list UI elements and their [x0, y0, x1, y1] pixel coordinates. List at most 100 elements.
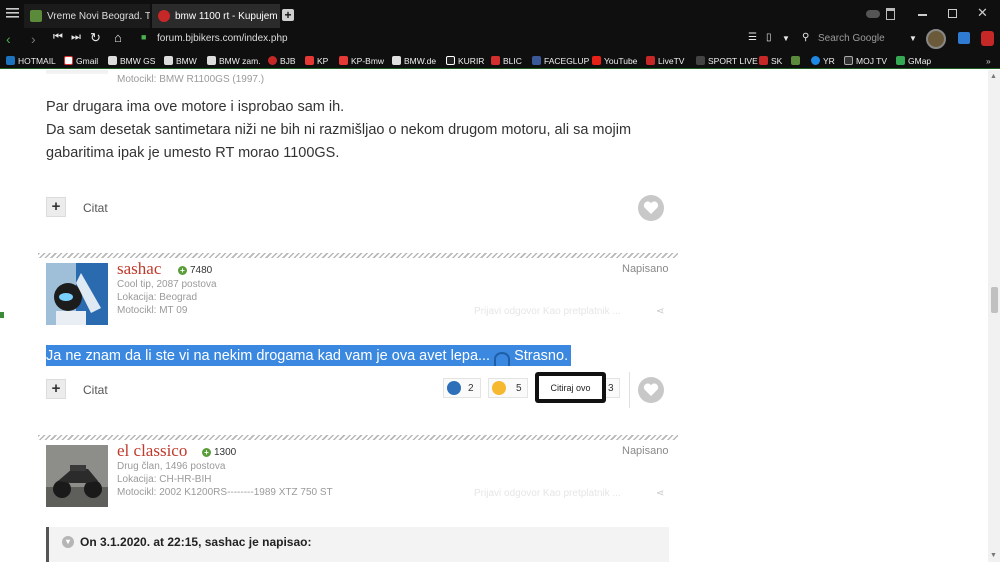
fm-icon: [30, 10, 42, 22]
bookmark-kp-bmw[interactable]: KP-Bmw: [339, 55, 384, 66]
maps-icon: [896, 56, 905, 65]
share-icon[interactable]: ⋖: [656, 306, 664, 317]
chevron-down-icon[interactable]: ▾: [62, 536, 74, 548]
reaction-count: 3: [608, 382, 614, 394]
motocikl-label: Motocikl: MT 09: [117, 305, 188, 316]
sidebar-toggle[interactable]: [0, 312, 4, 318]
tab-bmw[interactable]: bmw 1100 rt - Kupujem - B: [152, 4, 280, 28]
profile-avatar[interactable]: [926, 29, 946, 49]
bookmark-gmail[interactable]: Gmail: [64, 55, 98, 66]
bookmark-hotmail[interactable]: HOTMAIL: [6, 55, 56, 66]
chevron-down-icon[interactable]: ▼: [782, 35, 790, 43]
citat-button[interactable]: Citat: [83, 201, 108, 215]
avatar[interactable]: [46, 263, 108, 325]
bookmark-yr[interactable]: YR: [811, 55, 835, 66]
bookmark-bmw-zam[interactable]: BMW zam.: [207, 55, 261, 66]
citat-button[interactable]: Citat: [83, 383, 108, 397]
bookmark-kp[interactable]: KP: [305, 55, 328, 66]
page-icon: [108, 56, 117, 65]
lokacija-label: Lokacija: CH-HR-BIH: [117, 474, 212, 485]
extension-puzzle-icon[interactable]: [958, 32, 970, 44]
post-divider: [38, 435, 678, 440]
bookmark-bmw-gs[interactable]: BMW GS: [108, 55, 155, 66]
reaction-laugh[interactable]: 5: [488, 378, 528, 398]
bookmark-label: HOTMAIL: [18, 55, 56, 66]
tab-label: bmw 1100 rt - Kupujem - B: [175, 10, 280, 22]
bookmark-label: YouTube: [604, 55, 638, 66]
post-actions-faint[interactable]: Prijavi odgovor Kao pretplatnik ...: [474, 488, 621, 499]
avatar[interactable]: [46, 445, 108, 507]
rank-label: Drug član, 1496 postova: [117, 461, 226, 472]
bookmark-bmw[interactable]: BMW: [164, 55, 197, 66]
share-icon[interactable]: ⋖: [656, 488, 664, 499]
reputation-value: 1300: [214, 447, 237, 458]
page-icon: [164, 56, 173, 65]
minimize-button[interactable]: [918, 14, 927, 16]
forum-page: Motocikl: BMW R1100GS (1997.) Par drugar…: [0, 70, 988, 562]
bookmark-label: FACEGLUP: [544, 55, 590, 66]
bookmark-bjb[interactable]: BJB: [268, 55, 296, 66]
quote-selection-tooltip[interactable]: Citiraj ovo: [535, 372, 606, 403]
bjb-icon: [158, 10, 170, 22]
back-icon[interactable]: ‹: [6, 32, 11, 46]
multiquote-button[interactable]: +: [46, 197, 66, 217]
heart-icon[interactable]: [638, 377, 664, 403]
search-engine-dropdown[interactable]: ▼: [909, 35, 917, 43]
reaction-like[interactable]: 2: [443, 378, 481, 398]
post-actions-faint[interactable]: Prijavi odgovor Kao pretplatnik ...: [474, 306, 621, 317]
youtube-icon: [592, 56, 601, 65]
maximize-button[interactable]: [948, 9, 957, 18]
page-scrollbar[interactable]: [988, 70, 1000, 562]
fastforward-icon[interactable]: ⏭: [71, 32, 81, 43]
bookmark-moj-tv[interactable]: MOJ TV: [844, 55, 887, 66]
bookmark-sport-live[interactable]: SPORT LIVE: [696, 55, 758, 66]
blic-icon: [491, 56, 500, 65]
username-link[interactable]: sashac: [117, 259, 161, 279]
bookmark-livetv[interactable]: LiveTV: [646, 55, 684, 66]
reload-icon[interactable]: ↻: [90, 31, 101, 44]
post-text-line: Par drugara ima ove motore i isprobao sa…: [46, 99, 345, 115]
bookmark-fm[interactable]: [791, 55, 803, 66]
bookmark-label: SK: [771, 55, 783, 66]
multiquote-button[interactable]: +: [46, 379, 66, 399]
address-toolbar: ‹ › ⏮ ⏭ ↻ ⌂ ■ forum.bjbikers.com/index.p…: [0, 28, 1000, 50]
scroll-up-arrow[interactable]: ▲: [990, 73, 997, 80]
heart-icon[interactable]: [638, 195, 664, 221]
bookmark-faceglup[interactable]: FACEGLUP: [532, 55, 589, 66]
bookmark-label: BMW: [176, 55, 197, 66]
bookmark-gmap[interactable]: GMap: [896, 55, 931, 66]
bookmark-bmw-de[interactable]: BMW.de: [392, 55, 436, 66]
quote-header[interactable]: ▾ On 3.1.2020. at 22:15, sashac je napis…: [62, 535, 311, 549]
bookmark-label: SPORT LIVE: [708, 55, 758, 66]
cloud-icon[interactable]: [866, 10, 880, 18]
rewind-icon[interactable]: ⏮: [53, 32, 63, 43]
new-tab-button[interactable]: +: [282, 9, 294, 21]
trash-icon[interactable]: [886, 8, 895, 20]
reaction-count: 5: [516, 382, 522, 394]
post-text-line: Da sam desetak santimetara niži ne bih n…: [46, 122, 632, 138]
bookmark-kurir[interactable]: KURIR: [446, 55, 484, 66]
url-input[interactable]: forum.bjbikers.com/index.php: [157, 34, 288, 44]
fm-icon: [791, 56, 800, 65]
bookmark-label: BMW zam.: [219, 55, 261, 66]
bookmark-blic[interactable]: BLIC: [491, 55, 522, 66]
forward-icon[interactable]: ›: [31, 32, 36, 46]
tab-label: Vreme Novi Beograd. Trenu: [47, 10, 150, 22]
search-input[interactable]: Search Google: [818, 34, 885, 44]
menu-icon[interactable]: [6, 8, 19, 21]
username-link[interactable]: el classico: [117, 441, 187, 461]
bookmark-icon[interactable]: ▯: [766, 33, 772, 43]
scrollbar-thumb[interactable]: [991, 287, 998, 313]
bookmark-youtube[interactable]: YouTube: [592, 55, 637, 66]
home-icon[interactable]: ⌂: [114, 31, 122, 44]
reaction-count: 2: [468, 382, 474, 394]
bookmarks-overflow-icon[interactable]: »: [986, 55, 991, 66]
laugh-icon: [492, 381, 506, 395]
close-window-button[interactable]: ✕: [977, 5, 988, 21]
extension-icon[interactable]: [981, 31, 994, 46]
scroll-down-arrow[interactable]: ▼: [990, 552, 997, 559]
bookmark-sk[interactable]: SK: [759, 55, 782, 66]
reader-icon[interactable]: ☰: [748, 33, 757, 43]
tab-vreme[interactable]: Vreme Novi Beograd. Trenu: [24, 4, 150, 28]
bmw-icon: [392, 56, 401, 65]
